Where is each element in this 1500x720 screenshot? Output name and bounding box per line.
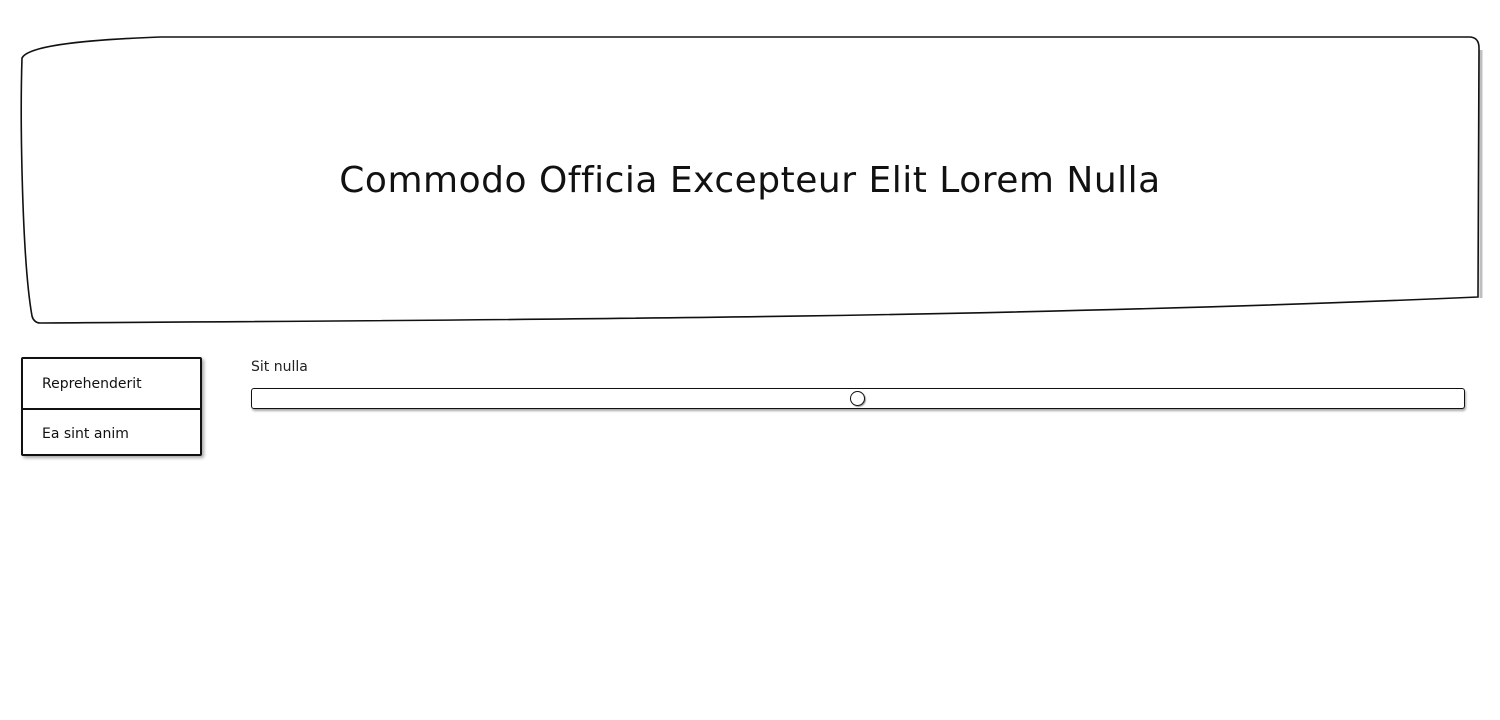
menu-item-reprehenderit[interactable]: Reprehenderit [23,359,200,408]
slider-track[interactable] [251,388,1465,409]
side-menu: Reprehenderit Ea sint anim [21,357,202,456]
page-title: Commodo Officia Excepteur Elit Lorem Nul… [339,159,1161,201]
page: Commodo Officia Excepteur Elit Lorem Nul… [0,0,1500,720]
slider-label: Sit nulla [251,359,308,375]
menu-item-ea-sint-anim[interactable]: Ea sint anim [23,408,200,457]
slider-thumb[interactable] [850,391,865,406]
